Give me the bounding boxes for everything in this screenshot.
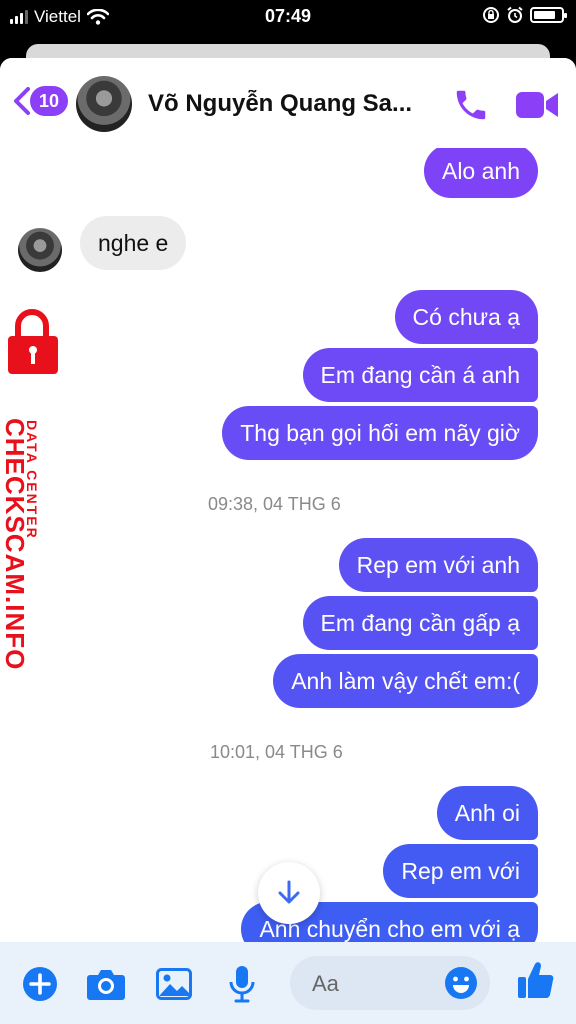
microphone-icon[interactable] — [222, 964, 262, 1004]
contact-name[interactable]: Võ Nguyễn Quang Sa... — [148, 90, 438, 118]
video-camera-icon[interactable] — [514, 88, 560, 122]
thumbs-up-icon[interactable] — [516, 960, 556, 1000]
battery-icon — [530, 7, 567, 23]
phone-icon[interactable] — [452, 86, 490, 124]
message-bubble-incoming[interactable]: nghe e — [80, 216, 187, 270]
rotation-lock-icon — [483, 7, 499, 23]
back-chevron-icon — [14, 87, 30, 115]
contact-avatar-small — [18, 228, 62, 272]
unread-count-badge: 10 — [30, 86, 68, 116]
timestamp: 10:01, 04 THG 6 — [210, 742, 343, 762]
message-bubble-outgoing[interactable]: Thg bạn gọi hối em nãy giờ — [222, 406, 538, 460]
message-input-placeholder: Aa — [312, 971, 339, 996]
scroll-to-bottom-button[interactable] — [258, 862, 320, 924]
conversation-sheet: 10 Võ Nguyễn Quang Sa... DATA CENTER CHE… — [0, 58, 576, 1024]
message-bubble-outgoing[interactable]: Anh oi — [436, 786, 538, 840]
chat-header: 10 Võ Nguyễn Quang Sa... — [0, 58, 576, 148]
composer-bar: Aa — [0, 942, 576, 1024]
message-bubble-outgoing[interactable]: Rep em với — [383, 844, 538, 898]
timestamp: 09:38, 04 THG 6 — [208, 494, 341, 514]
message-bubble-outgoing[interactable]: Có chưa ạ — [394, 290, 538, 344]
message-input[interactable]: Aa — [290, 956, 490, 1010]
message-bubble-outgoing[interactable]: Em đang cần gấp ạ — [302, 596, 538, 650]
contact-avatar[interactable] — [76, 76, 132, 132]
checkscam-watermark: DATA CENTER CHECKSCAM.INFO — [0, 308, 64, 670]
message-bubble-outgoing[interactable]: Rep em với anh — [338, 538, 538, 592]
message-bubble-outgoing[interactable]: Anh làm vậy chết em:( — [273, 654, 538, 708]
battery-level — [534, 11, 556, 19]
message-bubble-outgoing[interactable]: Em đang cần á anh — [302, 348, 538, 402]
status-bar: Viettel 07:49 — [0, 0, 576, 34]
alarm-icon — [507, 6, 523, 23]
back-button[interactable]: 10 — [12, 86, 68, 116]
image-icon[interactable] — [154, 964, 194, 1004]
status-right — [482, 6, 567, 24]
watermark-line2: CHECKSCAM.INFO — [0, 418, 30, 671]
arrow-down-icon — [278, 880, 300, 904]
camera-icon[interactable] — [86, 964, 126, 1004]
plus-circle-icon[interactable] — [20, 964, 60, 1004]
message-bubble-outgoing[interactable]: Alo anh — [423, 144, 538, 198]
smile-icon[interactable] — [444, 966, 478, 1000]
